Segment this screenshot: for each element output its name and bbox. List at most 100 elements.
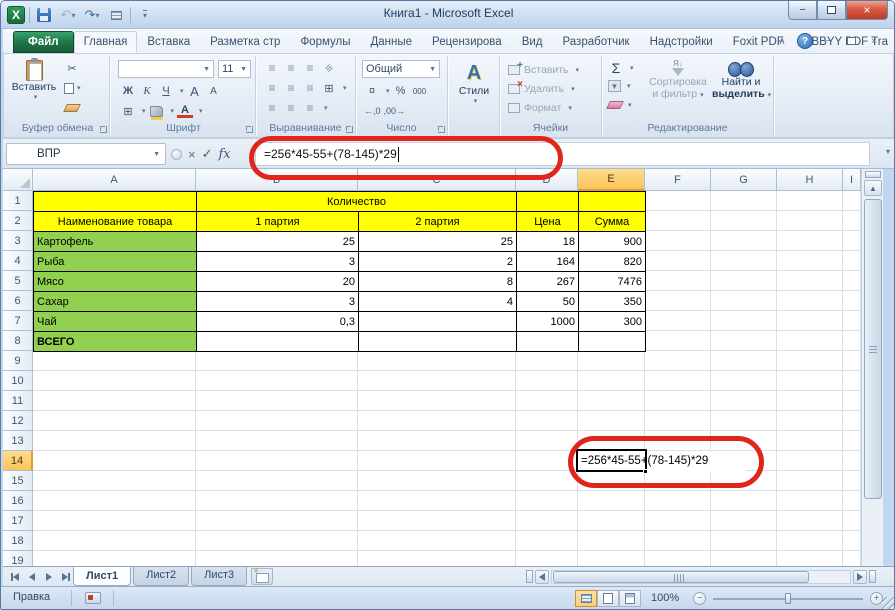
increase-indent-button[interactable]: ≡ (283, 100, 299, 116)
column-header-A[interactable]: A (33, 169, 196, 191)
first-sheet-button[interactable] (7, 569, 22, 584)
align-middle-icon[interactable]: ≡ (283, 60, 299, 76)
fill-color-button[interactable] (149, 103, 165, 119)
cell-D4[interactable]: 164 (516, 251, 579, 272)
tab-Файл[interactable]: Файл (13, 31, 74, 53)
font-color-button[interactable]: А (177, 105, 193, 118)
cell-A8[interactable]: ВСЕГО (33, 331, 197, 352)
next-sheet-button[interactable] (41, 569, 56, 584)
cell-B4[interactable]: 3 (196, 251, 359, 272)
expand-formula-bar-icon[interactable]: ▾ (886, 147, 890, 156)
cell-C4[interactable]: 2 (358, 251, 517, 272)
close-button[interactable]: × (846, 1, 888, 20)
horizontal-split-handle[interactable] (869, 570, 876, 583)
cell-E3[interactable]: 900 (578, 231, 646, 252)
insert-function-button[interactable]: fx (219, 147, 231, 162)
autosum-button[interactable]: Σ (608, 60, 624, 76)
row-header-19[interactable]: 19 (3, 551, 33, 566)
cell-B8[interactable] (196, 331, 359, 352)
row-header-16[interactable]: 16 (3, 491, 33, 511)
fill-button[interactable]: ▼ (608, 80, 621, 92)
cell-B6[interactable]: 3 (196, 291, 359, 312)
sheet-tab-Лист2[interactable]: Лист2 (133, 567, 189, 586)
cell-C8[interactable] (358, 331, 517, 352)
paste-button[interactable]: Вставить ▾ (12, 60, 56, 101)
normal-view-button[interactable] (575, 590, 597, 607)
row-header-15[interactable]: 15 (3, 471, 33, 491)
align-right-icon[interactable]: ≡ (302, 80, 318, 96)
cell-C6[interactable]: 4 (358, 291, 517, 312)
row-header-6[interactable]: 6 (3, 291, 33, 311)
column-header-E[interactable]: E (578, 169, 645, 191)
column-header-C[interactable]: C (358, 169, 516, 191)
merge-center-button[interactable]: ⊞ (321, 80, 337, 96)
edit-cell-text[interactable]: =256*45-55+(78-145)*29 (578, 451, 746, 471)
cell-D5[interactable]: 267 (516, 271, 579, 292)
tab-Вид[interactable]: Вид (512, 31, 553, 53)
vertical-scroll-thumb[interactable] (864, 199, 882, 499)
column-header-G[interactable]: G (711, 169, 777, 191)
scroll-right-button[interactable] (853, 570, 867, 584)
wrap-text-button[interactable]: ≡ (302, 100, 318, 116)
font-dialog-launcher[interactable] (246, 126, 253, 133)
tab-Рецензирова[interactable]: Рецензирова (422, 31, 512, 53)
shrink-font-button[interactable]: А (206, 83, 222, 99)
bold-button[interactable]: Ж (120, 83, 136, 99)
cell-A2[interactable]: Наименование товара (33, 211, 197, 232)
page-break-view-button[interactable] (619, 590, 641, 607)
vertical-split-handle[interactable] (865, 171, 881, 178)
collapse-ribbon-icon[interactable]: ∧ (774, 33, 790, 49)
cell-E7[interactable]: 300 (578, 311, 646, 332)
cell-D7[interactable]: 1000 (516, 311, 579, 332)
horizontal-scroll-track[interactable] (551, 570, 851, 584)
font-size-select[interactable]: 11▼ (218, 60, 251, 78)
cell-E8[interactable] (578, 331, 646, 352)
column-header-I[interactable]: I (843, 169, 861, 191)
row-header-7[interactable]: 7 (3, 311, 33, 331)
find-select-button[interactable]: Найти ивыделить▾ (712, 60, 770, 102)
cut-button[interactable]: ✂ (64, 60, 80, 76)
underline-button[interactable]: Ч (158, 83, 174, 99)
borders-button[interactable]: ⊞ (120, 103, 136, 119)
italic-button[interactable]: К (139, 83, 155, 99)
align-bottom-icon[interactable]: ≡ (302, 60, 318, 76)
cell-D2[interactable]: Цена (516, 211, 579, 232)
number-dialog-launcher[interactable] (438, 126, 445, 133)
row-header-10[interactable]: 10 (3, 371, 33, 391)
row-header-18[interactable]: 18 (3, 531, 33, 551)
cell-D1[interactable] (516, 191, 579, 212)
row-header-2[interactable]: 2 (3, 211, 33, 231)
accounting-format-button[interactable]: ¤ (364, 83, 380, 99)
cell-E2[interactable]: Сумма (578, 211, 646, 232)
cell-D3[interactable]: 18 (516, 231, 579, 252)
cell-A4[interactable]: Рыба (33, 251, 197, 272)
scroll-up-button[interactable]: ▲ (864, 180, 882, 196)
row-header-9[interactable]: 9 (3, 351, 33, 371)
workbook-minimize-button[interactable]: − (820, 33, 836, 49)
tab-Данные[interactable]: Данные (360, 31, 422, 53)
cancel-button[interactable]: × (188, 147, 196, 162)
alignment-dialog-launcher[interactable] (346, 126, 353, 133)
sort-filter-button[interactable]: Я↓ Сортировкаи фильтр▾ (646, 60, 710, 102)
cell-D8[interactable] (516, 331, 579, 352)
workbook-restore-button[interactable] (843, 33, 859, 49)
tab-split-handle[interactable] (526, 570, 533, 583)
vertical-scrollbar[interactable]: ▲ (861, 169, 883, 566)
row-header-3[interactable]: 3 (3, 231, 33, 251)
clipboard-dialog-launcher[interactable] (100, 126, 107, 133)
row-header-17[interactable]: 17 (3, 511, 33, 531)
cell-B5[interactable]: 20 (196, 271, 359, 292)
clear-button[interactable] (606, 101, 624, 109)
column-header-H[interactable]: H (777, 169, 843, 191)
zoom-out-button[interactable]: − (693, 592, 706, 605)
select-all-corner[interactable] (3, 169, 33, 191)
cell-E1[interactable] (578, 191, 646, 212)
tab-Разработчик[interactable]: Разработчик (553, 31, 640, 53)
zoom-level[interactable]: 100% (651, 592, 679, 604)
row-header-8[interactable]: 8 (3, 331, 33, 351)
cell-B2[interactable]: 1 партия (196, 211, 359, 232)
cell-A7[interactable]: Чай (33, 311, 197, 332)
horizontal-scrollbar[interactable] (526, 569, 888, 584)
last-sheet-button[interactable] (58, 569, 73, 584)
tab-Надстройки[interactable]: Надстройки (640, 31, 723, 53)
